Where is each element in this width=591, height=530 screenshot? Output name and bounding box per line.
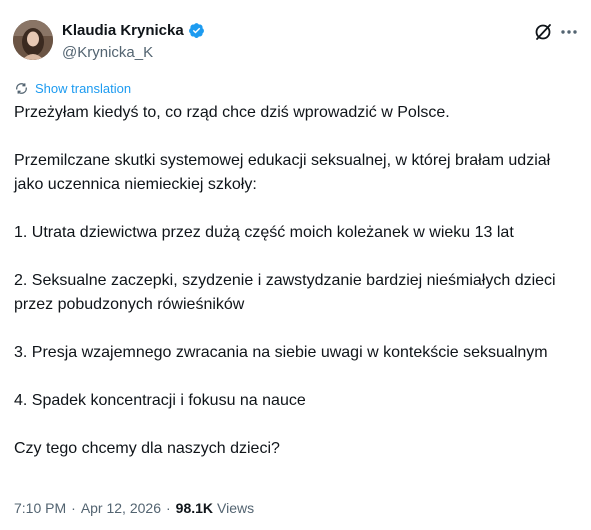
- tweet-meta: 7:10 PM · Apr 12, 2026 · 98.1K Views: [14, 500, 254, 516]
- meta-separator: ·: [165, 500, 171, 516]
- show-translation-label[interactable]: Show translation: [35, 81, 131, 96]
- author-handle[interactable]: @Krynicka_K: [62, 44, 153, 61]
- tweet-paragraph: 4. Spadek koncentracji i fokusu na nauce: [14, 392, 306, 409]
- verified-badge-icon[interactable]: [188, 22, 205, 39]
- author-display-name[interactable]: Klaudia Krynicka: [62, 22, 184, 39]
- translate-icon: [16, 83, 27, 94]
- tweet-paragraph: 3. Presja wzajemnego zwracania na siebie…: [14, 344, 548, 361]
- tweet-paragraph: Przeżyłam kiedyś to, co rząd chce dziś w…: [14, 104, 450, 121]
- more-icon[interactable]: [558, 22, 580, 42]
- meta-separator: ·: [71, 500, 76, 516]
- show-translation-link[interactable]: Show translation: [14, 81, 131, 96]
- author-name-row[interactable]: Klaudia Krynicka: [62, 22, 205, 39]
- tweet-paragraph: Czy tego chcemy dla naszych dzieci?: [14, 440, 280, 457]
- tweet-paragraph: 1. Utrata dziewictwa przez dużą część mo…: [14, 224, 514, 241]
- avatar[interactable]: [13, 20, 53, 60]
- tweet-text: Przeżyłam kiedyś to, co rząd chce dziś w…: [14, 101, 574, 461]
- tweet-paragraph: 2. Seksualne zaczepki, szydzenie i zawst…: [14, 272, 556, 313]
- grok-icon[interactable]: [533, 22, 553, 42]
- views-count: 98.1K: [175, 500, 214, 516]
- tweet-time[interactable]: 7:10 PM: [14, 500, 66, 516]
- views-label: Views: [217, 500, 255, 516]
- tweet-paragraph: Przemilczane skutki systemowej edukacji …: [14, 152, 551, 193]
- tweet-date[interactable]: Apr 12, 2026: [81, 500, 161, 516]
